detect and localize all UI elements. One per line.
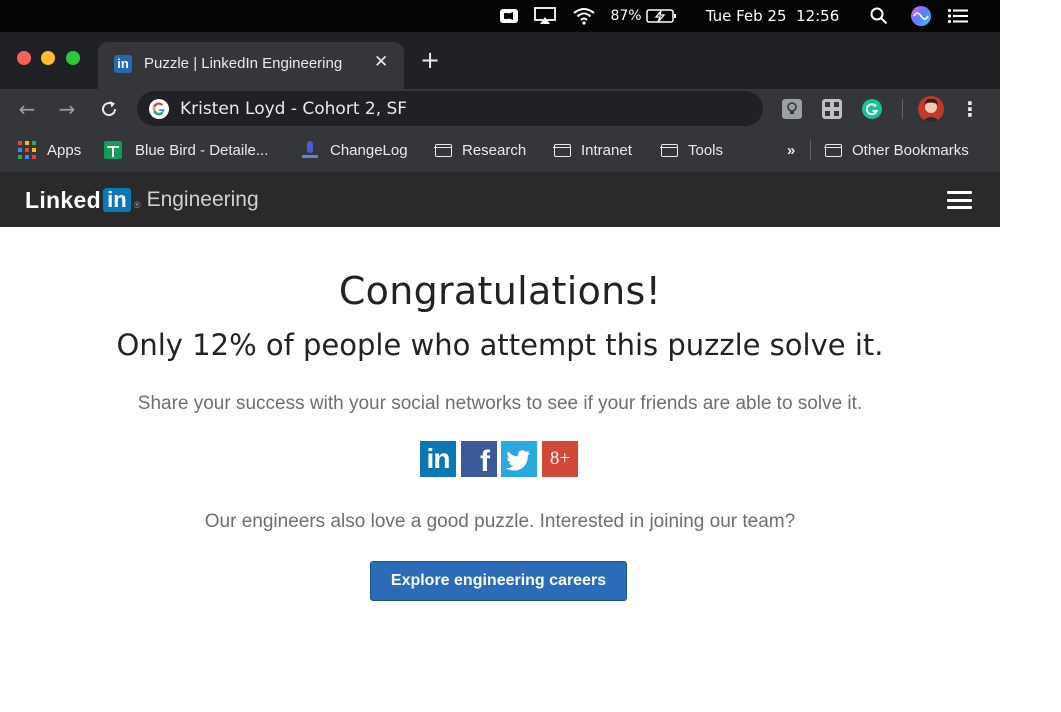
- minimize-window-button[interactable]: [41, 51, 55, 65]
- bookmark-label: Tools: [688, 141, 724, 159]
- wifi-icon[interactable]: [570, 0, 598, 32]
- puzzle-result: Congratulations! Only 12% of people who …: [0, 227, 1000, 712]
- bookmark-apps[interactable]: Apps: [18, 139, 81, 161]
- bookmark-changelog[interactable]: ChangeLog: [300, 139, 408, 161]
- bookmark-folder-research[interactable]: Research: [434, 139, 527, 161]
- qr-extension-icon[interactable]: [822, 99, 842, 119]
- reload-button[interactable]: [95, 95, 123, 123]
- page-title: Congratulations!: [338, 269, 662, 313]
- back-button[interactable]: ←: [13, 95, 41, 123]
- browser-window: in Puzzle | LinkedIn Engineering ✕ + ← →…: [0, 32, 1000, 172]
- changelog-icon: [302, 141, 318, 158]
- bookmark-label: Research: [462, 141, 527, 159]
- close-tab-icon[interactable]: ✕: [374, 52, 388, 72]
- explore-careers-button[interactable]: Explore engineering careers: [370, 561, 627, 601]
- googleplus-share-icon[interactable]: 8+: [542, 441, 578, 477]
- lightbulb-extension-icon[interactable]: [782, 99, 802, 119]
- folder-icon: [660, 143, 678, 157]
- bookmark-label: Blue Bird - Detaile...: [135, 141, 269, 159]
- folder-icon: [553, 143, 571, 157]
- notification-center-icon[interactable]: [945, 0, 971, 32]
- bookmark-folder-tools[interactable]: Tools: [660, 139, 724, 161]
- airplay-icon[interactable]: [532, 0, 558, 32]
- battery-percent: 87%: [610, 8, 642, 24]
- logo-linked-text: Linked: [25, 186, 101, 213]
- linkedin-engineering-logo[interactable]: Linked in ® Engineering: [25, 186, 259, 214]
- facebook-share-icon[interactable]: f: [461, 441, 497, 478]
- logo-registered-mark: ®: [133, 200, 141, 210]
- menubar-clock[interactable]: Tue Feb 25 12:56: [695, 0, 850, 32]
- tab-strip: in Puzzle | LinkedIn Engineering ✕ +: [0, 32, 1000, 89]
- video-camera-icon[interactable]: [498, 0, 520, 32]
- linkedin-favicon-icon: in: [114, 55, 132, 73]
- hamburger-menu-icon[interactable]: [947, 191, 972, 209]
- logo-engineering-text: Engineering: [146, 188, 259, 211]
- bookmark-other-bookmarks[interactable]: Other Bookmarks: [824, 139, 969, 161]
- page-subtitle: Only 12% of people who attempt this puzz…: [116, 328, 884, 362]
- close-window-button[interactable]: [17, 51, 31, 65]
- facebook-share-glyph: f: [480, 445, 490, 478]
- linkedin-share-glyph: in: [426, 443, 451, 474]
- maximize-window-button[interactable]: [66, 51, 80, 65]
- google-g-icon: [149, 99, 169, 119]
- sheets-icon: [104, 141, 122, 159]
- share-prompt: Share your success with your social netw…: [137, 393, 863, 414]
- folder-icon: [824, 143, 842, 157]
- new-tab-button[interactable]: +: [420, 48, 440, 72]
- address-bar-text: Kristen Loyd - Cohort 2, SF: [180, 99, 408, 119]
- bookmark-label: ChangeLog: [330, 141, 408, 159]
- address-bar[interactable]: Kristen Loyd - Cohort 2, SF: [137, 91, 763, 126]
- battery-charging-icon[interactable]: [645, 0, 679, 32]
- profile-avatar[interactable]: [918, 96, 944, 122]
- forward-button[interactable]: →: [53, 95, 81, 123]
- macos-menu-bar: 87% Tue Feb 25 12:56: [0, 0, 1000, 32]
- bookmark-apps-label: Apps: [47, 141, 82, 159]
- active-tab[interactable]: in Puzzle | LinkedIn Engineering ✕: [98, 42, 404, 89]
- bookmark-folder-intranet[interactable]: Intranet: [553, 139, 632, 161]
- bookmark-label: Other Bookmarks: [852, 141, 969, 159]
- folder-icon: [434, 143, 452, 157]
- browser-toolbar: ← → Kristen Loyd - Cohort 2, SF ⋮: [0, 89, 1000, 129]
- bookmark-blue-bird[interactable]: Blue Bird - Detaile...: [104, 139, 268, 161]
- bookmarks-overflow-chevron[interactable]: »: [787, 139, 795, 161]
- toolbar-separator: [902, 99, 903, 119]
- linkedin-share-icon[interactable]: in: [420, 441, 456, 477]
- bookmarks-separator: [810, 140, 811, 160]
- bookmarks-bar: Apps Blue Bird - Detaile... ChangeLog Re…: [0, 129, 1000, 172]
- siri-icon[interactable]: [909, 0, 933, 32]
- logo-in-badge: in: [102, 188, 131, 212]
- apps-grid-icon: [18, 141, 36, 159]
- googleplus-share-glyph: 8+: [549, 448, 571, 469]
- grammarly-icon[interactable]: [862, 99, 882, 119]
- site-header: Linked in ® Engineering: [0, 172, 1000, 227]
- browser-menu-icon[interactable]: ⋮: [960, 95, 980, 123]
- spotlight-search-icon[interactable]: [868, 0, 890, 32]
- tab-title: Puzzle | LinkedIn Engineering: [144, 55, 343, 72]
- careers-prompt: Our engineers also love a good puzzle. I…: [204, 511, 796, 532]
- twitter-share-icon[interactable]: [501, 441, 537, 477]
- bookmark-label: Intranet: [581, 141, 632, 159]
